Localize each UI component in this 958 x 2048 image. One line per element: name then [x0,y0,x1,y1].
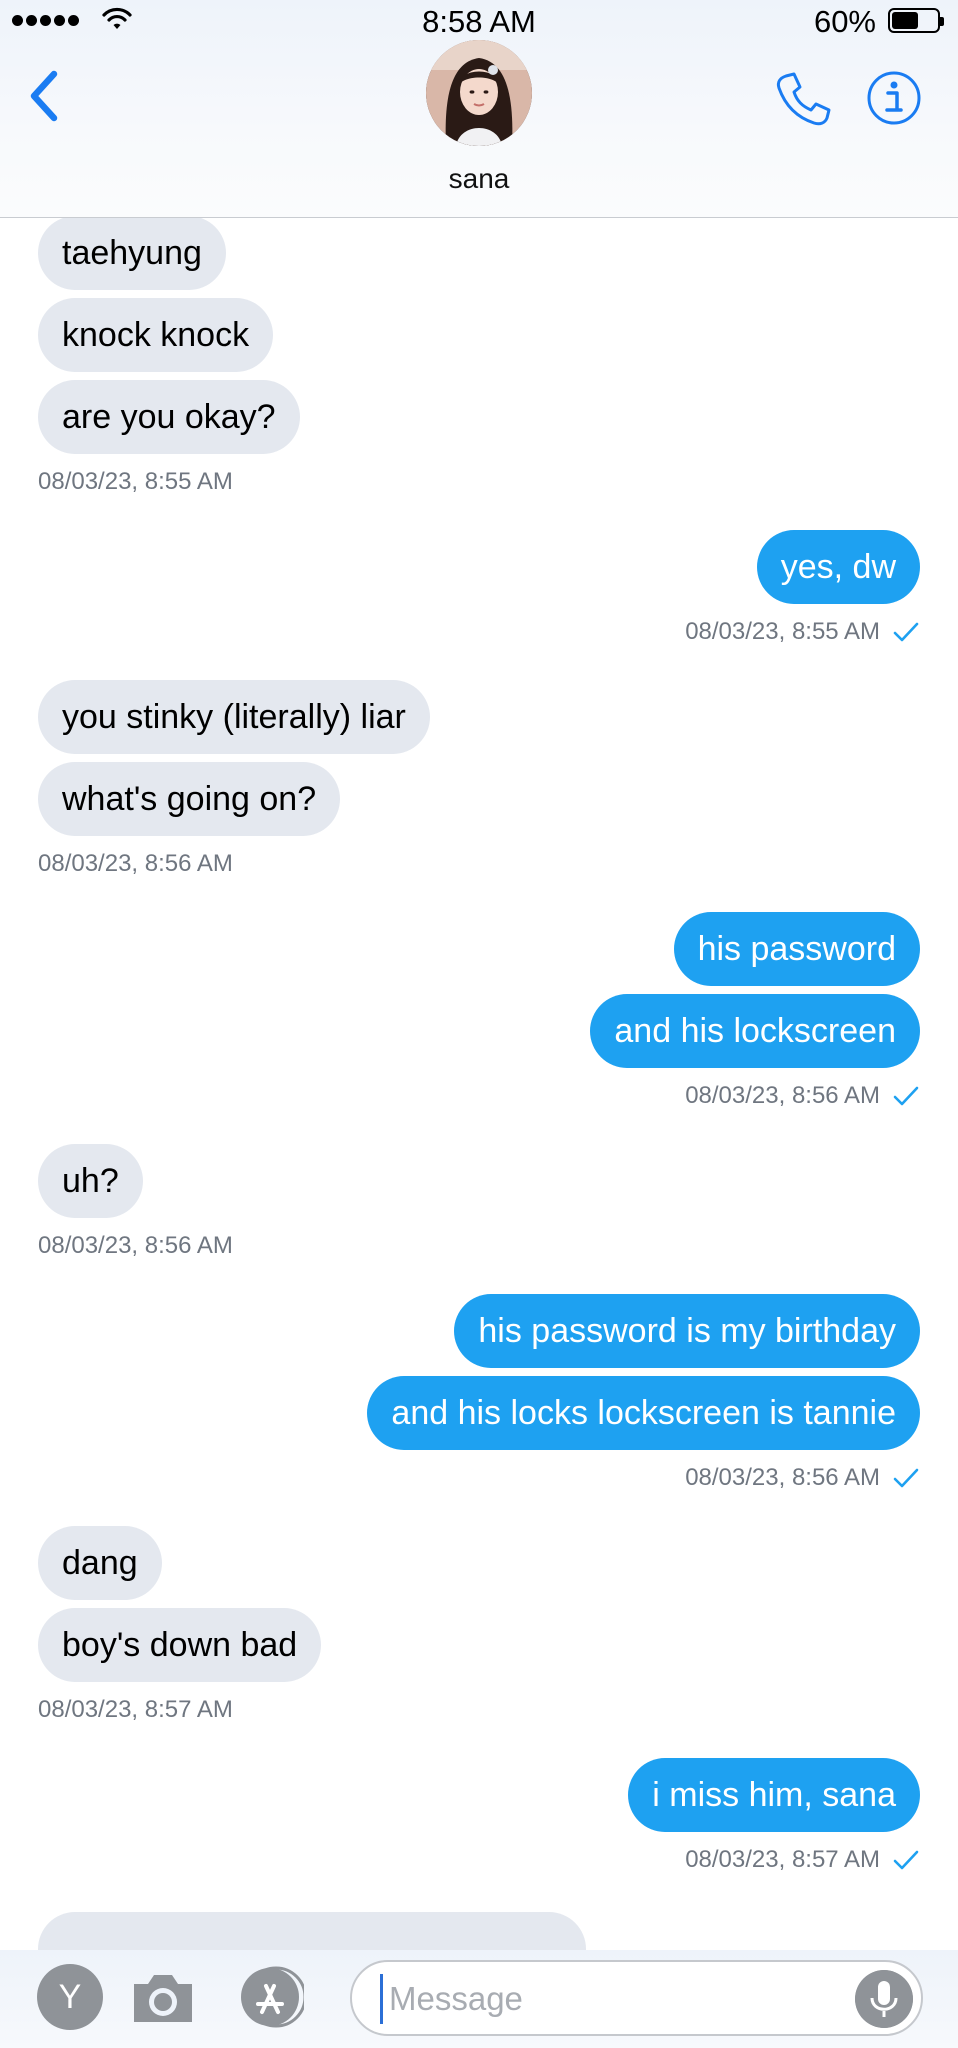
phone-icon[interactable] [774,70,832,128]
message-timestamp: 08/03/23, 8:57 AM [685,1846,880,1873]
incoming-message-bubble[interactable]: uh? [38,1144,143,1218]
battery-percentage: 60% [813,4,876,39]
battery-level [892,12,918,29]
conversation-header: 8:58 AM 60% sana [0,0,958,218]
incoming-message-bubble-partial[interactable] [38,1912,586,1950]
incoming-message-bubble[interactable]: are you okay? [38,380,300,454]
avatar-photo [426,40,532,146]
outgoing-message-bubble[interactable]: and his lockscreen [590,994,920,1068]
message-timestamp: 08/03/23, 8:56 AM [685,1082,880,1109]
contact-avatar[interactable] [426,40,532,146]
outgoing-message-bubble[interactable]: i miss him, sana [628,1758,920,1832]
message-timestamp: 08/03/23, 8:56 AM [38,850,233,877]
read-checkmark-icon [893,622,919,642]
message-thread[interactable]: taehyung knock knock are you okay? 08/03/23… [0,218,958,1950]
status-bar: 8:58 AM 60% [0,0,958,44]
incoming-message-bubble[interactable]: taehyung [38,218,226,290]
message-timestamp: 08/03/23, 8:56 AM [38,1232,233,1259]
read-checkmark-icon [893,1086,919,1106]
outgoing-message-bubble[interactable]: yes, dw [756,530,920,604]
message-field[interactable] [350,1960,923,2036]
yahoo-icon[interactable]: Y [37,1964,103,2030]
read-checkmark-icon [893,1850,919,1870]
app-store-icon[interactable] [238,1964,304,2030]
outgoing-message-bubble[interactable]: his password is my birthday [454,1294,920,1368]
microphone-icon[interactable] [855,1970,913,2028]
incoming-message-bubble[interactable]: dang [38,1526,162,1600]
incoming-message-bubble[interactable]: knock knock [38,298,274,372]
message-timestamp: 08/03/23, 8:55 AM [38,468,233,495]
incoming-message-bubble[interactable]: what's going on? [38,762,341,836]
incoming-message-bubble[interactable]: you stinky (literally) liar [38,680,430,754]
info-icon[interactable] [866,70,922,126]
message-timestamp: 08/03/23, 8:57 AM [38,1696,233,1723]
contact-name[interactable]: sana [0,163,958,195]
read-checkmark-icon [893,1468,919,1488]
message-timestamp: 08/03/23, 8:55 AM [685,618,880,645]
incoming-message-bubble[interactable]: boy's down bad [38,1608,322,1682]
back-chevron-icon[interactable] [24,68,64,124]
message-input[interactable] [380,1974,840,2024]
outgoing-message-bubble[interactable]: his password [673,912,920,986]
outgoing-message-bubble[interactable]: and his locks lockscreen is tannie [367,1376,920,1450]
message-composer: Y [0,1950,958,2048]
message-timestamp: 08/03/23, 8:56 AM [685,1464,880,1491]
battery-icon [888,8,944,33]
camera-icon[interactable] [130,1964,196,2030]
